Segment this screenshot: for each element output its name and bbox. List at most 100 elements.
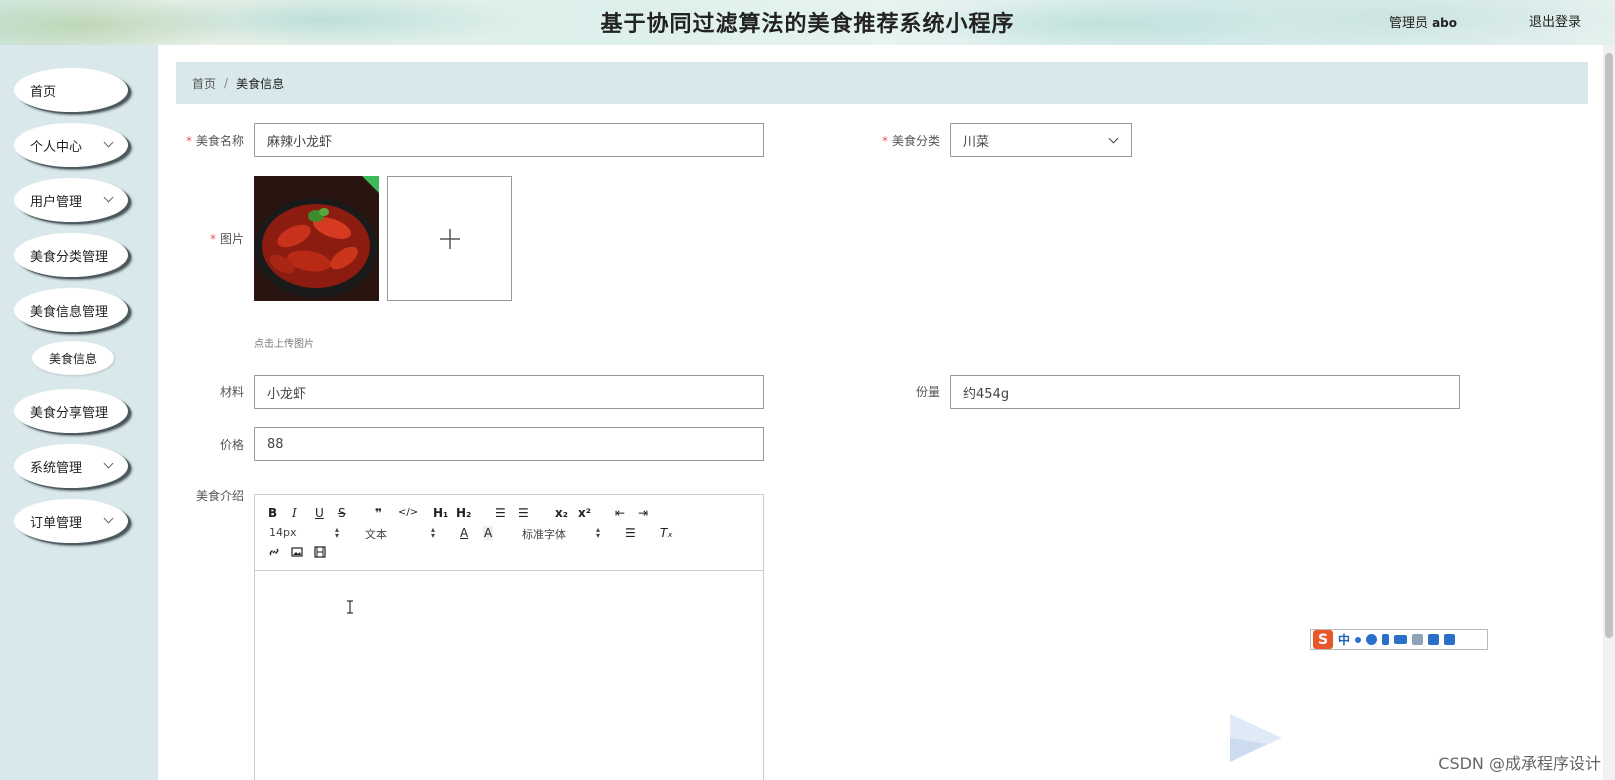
user-name: abo bbox=[1432, 16, 1457, 30]
food-name-label: * 美食名称 bbox=[180, 132, 244, 149]
font-family-select[interactable]: 标准字体 ▴ ▾ bbox=[522, 526, 600, 542]
sidebar-item-label: 美食信息管理 bbox=[30, 304, 109, 320]
h2-button[interactable]: H₂ bbox=[456, 506, 471, 520]
video-icon bbox=[314, 546, 326, 558]
h1-button[interactable]: H₁ bbox=[433, 506, 448, 520]
bold-button[interactable]: B bbox=[268, 506, 277, 520]
food-name-input[interactable]: 麻辣小龙虾 bbox=[254, 123, 764, 157]
image-upload-button[interactable] bbox=[387, 176, 512, 301]
video-button[interactable] bbox=[314, 546, 326, 561]
sidebar-item-label: 个人中心 bbox=[30, 139, 83, 155]
sidebar-item-food-share[interactable]: 美食分享管理 bbox=[14, 389, 128, 433]
sidebar-item-home[interactable]: 首页 bbox=[14, 68, 128, 112]
font-color-button[interactable]: A bbox=[460, 526, 468, 540]
bullet-list-button[interactable]: ☰ bbox=[518, 506, 529, 520]
portion-label: 份量 bbox=[915, 385, 940, 399]
indent-button[interactable]: ⇥ bbox=[638, 506, 648, 520]
user-icon bbox=[1412, 634, 1424, 645]
header-select[interactable]: 文本 ▴ ▾ bbox=[365, 526, 435, 542]
portion-input[interactable]: 约454g bbox=[950, 375, 1460, 409]
sidebar-item-label: 美食分享管理 bbox=[30, 405, 109, 421]
align-button[interactable]: ☰ bbox=[625, 526, 636, 540]
user-role: 管理员 bbox=[1389, 16, 1429, 31]
app-title: 基于协同过滤算法的美食推荐系统小程序 bbox=[600, 11, 1015, 37]
intro-label: 美食介绍 bbox=[195, 489, 244, 503]
csdn-watermark: CSDN @成承程序设计 bbox=[1438, 754, 1601, 773]
required-mark: * bbox=[209, 232, 216, 246]
sidebar-subitem-food-info[interactable]: 美食信息 bbox=[32, 341, 114, 375]
price-label: 价格 bbox=[219, 438, 244, 452]
link-icon bbox=[269, 548, 279, 556]
material-value: 小龙虾 bbox=[267, 386, 307, 402]
chevron-down-icon bbox=[103, 137, 114, 148]
strike-button[interactable]: S bbox=[338, 506, 346, 520]
scrollbar-thumb[interactable] bbox=[1605, 53, 1613, 638]
rich-text-editor[interactable]: B I U S ❞ </> H₁ H₂ ☰ ☰ x₂ x² ⇤ ⇥ 14px ▴… bbox=[254, 494, 764, 780]
ordered-list-button[interactable]: ☰ bbox=[495, 506, 506, 520]
food-name-label-text: 美食名称 bbox=[195, 134, 244, 148]
outdent-button[interactable]: ⇤ bbox=[615, 506, 625, 520]
video-logo-watermark-icon bbox=[1226, 708, 1286, 768]
clear-format-button[interactable]: Tₓ bbox=[660, 526, 673, 540]
code-block-button[interactable]: </> bbox=[398, 506, 418, 520]
food-category-label-text: 美食分类 bbox=[891, 134, 940, 148]
superscript-button[interactable]: x² bbox=[578, 506, 591, 520]
sidebar-item-food-info[interactable]: 美食信息管理 bbox=[14, 288, 128, 332]
breadcrumb-separator: / bbox=[224, 76, 229, 90]
italic-button[interactable]: I bbox=[292, 506, 297, 520]
sidebar-item-system[interactable]: 系统管理 bbox=[14, 444, 128, 488]
material-label: 材料 bbox=[219, 385, 244, 399]
material-input[interactable]: 小龙虾 bbox=[254, 375, 764, 409]
page-scrollbar[interactable] bbox=[1603, 45, 1615, 780]
logout-button[interactable]: 退出登录 bbox=[1529, 11, 1581, 30]
ime-toolbar[interactable]: S 中 bbox=[1310, 629, 1488, 650]
sogou-logo-icon: S bbox=[1313, 630, 1333, 649]
sidebar-item-profile[interactable]: 个人中心 bbox=[14, 123, 128, 167]
food-category-value: 川菜 bbox=[963, 134, 990, 150]
punctuation-icon bbox=[1355, 636, 1362, 643]
emoji-icon bbox=[1366, 634, 1378, 645]
font-size-select[interactable]: 14px ▴ ▾ bbox=[269, 526, 339, 540]
food-category-select[interactable]: 川菜 bbox=[950, 123, 1132, 157]
crayfish-image bbox=[254, 176, 379, 301]
current-user: 管理员 abo bbox=[1389, 12, 1457, 31]
link-button[interactable] bbox=[268, 546, 280, 561]
food-image-thumbnail[interactable] bbox=[254, 176, 379, 301]
subscript-button[interactable]: x₂ bbox=[555, 506, 568, 520]
chevron-down-icon bbox=[103, 192, 114, 203]
ime-mode-label: 中 bbox=[1338, 633, 1351, 647]
chevron-down-icon bbox=[1108, 133, 1119, 144]
portion-value: 约454g bbox=[963, 386, 1010, 402]
chevron-down-icon bbox=[103, 458, 114, 469]
food-name-value: 麻辣小龙虾 bbox=[267, 134, 333, 150]
sidebar-item-label: 用户管理 bbox=[30, 194, 83, 210]
sidebar-item-users[interactable]: 用户管理 bbox=[14, 178, 128, 222]
font-size-value: 14px bbox=[269, 526, 297, 539]
breadcrumb: 首页 / 美食信息 bbox=[176, 62, 1588, 104]
blockquote-button[interactable]: ❞ bbox=[375, 506, 382, 520]
chevron-down-icon bbox=[103, 513, 114, 524]
background-color-button[interactable]: A bbox=[483, 526, 494, 540]
sidebar-item-label: 系统管理 bbox=[30, 460, 83, 476]
upload-tip: 点击上传图片 bbox=[254, 339, 314, 350]
grid-icon bbox=[1444, 634, 1456, 645]
keyboard-icon bbox=[1394, 635, 1408, 644]
image-button[interactable] bbox=[291, 546, 303, 561]
sidebar-item-label: 订单管理 bbox=[30, 515, 83, 531]
sidebar-item-orders[interactable]: 订单管理 bbox=[14, 499, 128, 543]
required-mark: * bbox=[881, 134, 888, 148]
header-select-value: 文本 bbox=[365, 528, 387, 541]
text-cursor-icon bbox=[346, 600, 354, 614]
sidebar-item-label: 美食分类管理 bbox=[30, 249, 109, 265]
image-icon bbox=[291, 547, 303, 557]
plus-icon bbox=[439, 228, 460, 249]
required-mark: * bbox=[185, 134, 192, 148]
underline-button[interactable]: U bbox=[315, 506, 324, 520]
sidebar-item-food-category[interactable]: 美食分类管理 bbox=[14, 233, 128, 277]
shirt-icon bbox=[1428, 634, 1440, 645]
sidebar-item-label: 首页 bbox=[30, 84, 57, 100]
select-arrows-icon: ▴ ▾ bbox=[595, 525, 600, 540]
food-category-label: * 美食分类 bbox=[876, 132, 940, 149]
price-input[interactable]: 88 bbox=[254, 427, 764, 461]
breadcrumb-home[interactable]: 首页 bbox=[192, 75, 216, 92]
